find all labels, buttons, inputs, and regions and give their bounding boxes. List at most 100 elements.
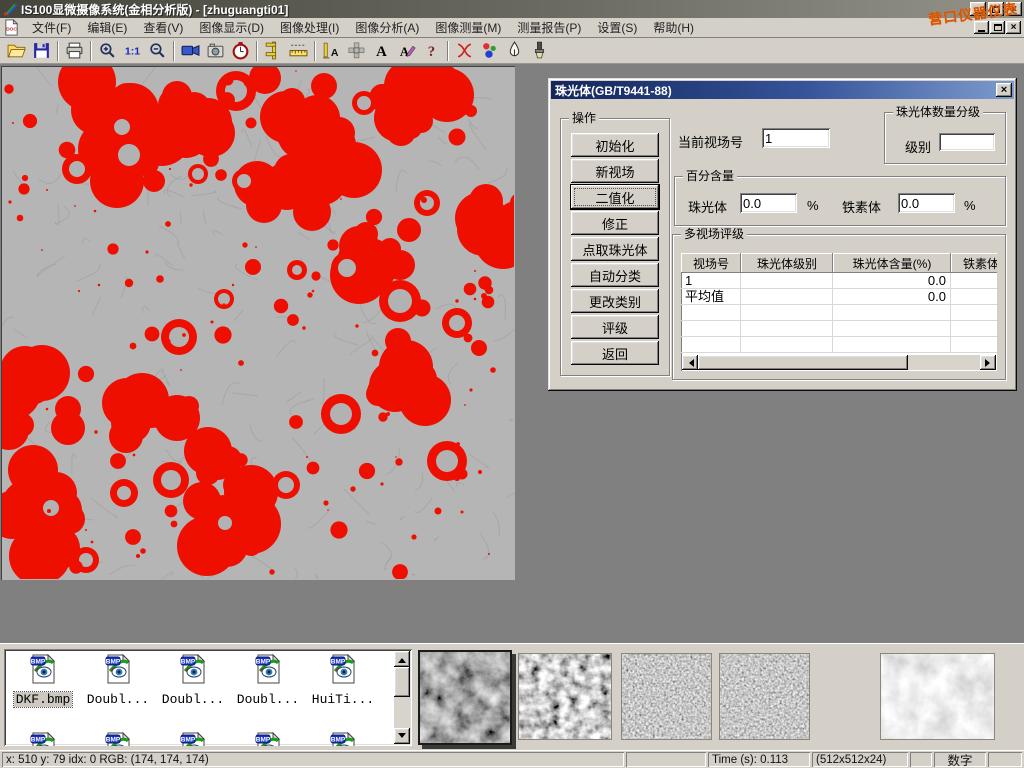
file-vscrollbar[interactable] — [394, 651, 410, 744]
minimize-button[interactable] — [970, 2, 986, 16]
svg-text:BMP: BMP — [106, 659, 121, 666]
menu-item-6[interactable]: 图像测量(M) — [427, 19, 509, 37]
svg-text:BMP: BMP — [31, 737, 46, 744]
op-button-1[interactable]: 新视场 — [571, 159, 659, 183]
table-row-2[interactable] — [681, 305, 997, 321]
thumbnail-sample-fine-speckle-2[interactable] — [719, 653, 810, 740]
op-button-0[interactable]: 初始化 — [571, 133, 659, 157]
table-hscrollbar[interactable] — [682, 355, 996, 370]
op-button-4[interactable]: 点取珠光体 — [571, 237, 659, 261]
close-button[interactable]: × — [1006, 2, 1022, 16]
print-icon — [65, 41, 84, 60]
file-scroll-thumb[interactable] — [394, 667, 410, 697]
help-button[interactable]: ? — [419, 39, 444, 63]
table-cell — [741, 289, 833, 304]
file-item-row2-0[interactable]: BMP — [7, 731, 79, 746]
annotate-button[interactable]: A — [394, 39, 419, 63]
table-row-1[interactable]: 平均值0.0 — [681, 289, 997, 305]
table-cell: 0.0 — [833, 289, 951, 304]
timer-button[interactable] — [228, 39, 253, 63]
zoom-out-button[interactable] — [145, 39, 170, 63]
table-row-3[interactable] — [681, 321, 997, 337]
photo-camera-button[interactable] — [203, 39, 228, 63]
op-button-6[interactable]: 更改类别 — [571, 289, 659, 313]
file-item-row2-2[interactable]: BMP — [157, 731, 229, 746]
ferrite-percent-input[interactable]: 0.0 — [898, 193, 955, 213]
ruler-button[interactable] — [286, 39, 311, 63]
scroll-left-button[interactable] — [682, 355, 698, 370]
file-item-3[interactable]: BMPDoubl... — [232, 653, 304, 708]
menu-item-1[interactable]: 编辑(E) — [79, 19, 135, 37]
svg-text:A: A — [376, 44, 387, 60]
menu-item-7[interactable]: 测量报告(P) — [509, 19, 589, 37]
grade-input[interactable] — [939, 133, 995, 151]
grid-tool-button[interactable] — [344, 39, 369, 63]
actual-size-button[interactable]: 1:1 — [120, 39, 145, 63]
open-file-button[interactable] — [4, 39, 29, 63]
menu-item-8[interactable]: 设置(S) — [589, 19, 645, 37]
curve-tool-button[interactable] — [452, 39, 477, 63]
svg-text:BMP: BMP — [31, 659, 46, 666]
video-camera-button[interactable] — [178, 39, 203, 63]
file-item-0[interactable]: BMPDKF.bmp — [7, 653, 79, 708]
multifield-table[interactable]: 视场号珠光体级别珠光体含量(%)铁素体 10.0平均值0.0 — [681, 253, 997, 371]
file-item-2[interactable]: BMPDoubl... — [157, 653, 229, 708]
pearlite-percent-input[interactable]: 0.0 — [740, 193, 797, 213]
file-scroll-up-button[interactable] — [394, 651, 410, 667]
op-button-3[interactable]: 修正 — [571, 211, 659, 235]
annotate-icon: A — [397, 41, 416, 60]
thumbnail-sample-fine-speckle-1[interactable] — [621, 653, 712, 740]
file-name: HuiTi... — [310, 692, 376, 707]
table-cell — [741, 337, 833, 352]
save-button[interactable] — [29, 39, 54, 63]
menu-item-5[interactable]: 图像分析(A) — [347, 19, 427, 37]
pen-tool-button[interactable] — [502, 39, 527, 63]
menu-item-3[interactable]: 图像显示(D) — [191, 19, 272, 37]
table-row-4[interactable] — [681, 337, 997, 353]
bmp-file-icon: BMP — [177, 672, 209, 689]
file-item-row2-3[interactable]: BMP — [232, 731, 304, 746]
op-button-7[interactable]: 评级 — [571, 315, 659, 339]
thumbnail-sample-coarse-contrast[interactable] — [518, 653, 612, 740]
caliper-button[interactable] — [261, 39, 286, 63]
menu-item-2[interactable]: 查看(V) — [135, 19, 191, 37]
restore-button[interactable] — [988, 2, 1004, 16]
file-item-row2-1[interactable]: BMP — [82, 731, 154, 746]
thumbnail-sample-graphite-flakes[interactable] — [880, 653, 995, 740]
mdi-restore-button[interactable] — [990, 21, 1005, 34]
save-icon — [32, 41, 51, 60]
zoom-in-button[interactable] — [95, 39, 120, 63]
particle-classify-button[interactable] — [477, 39, 502, 63]
op-button-8[interactable]: 返回 — [571, 341, 659, 365]
mdi-close-button[interactable]: × — [1006, 21, 1021, 34]
dialog-close-button[interactable]: × — [996, 83, 1012, 97]
hscroll-thumb[interactable] — [698, 355, 908, 370]
application-window: IS100显微摄像系统(金相分析版) - [zhuguangti01] × 营口… — [0, 0, 1024, 768]
file-item-row2-4[interactable]: BMP — [307, 731, 379, 746]
brush-tool-button[interactable] — [527, 39, 552, 63]
menu-item-9[interactable]: 帮助(H) — [645, 19, 702, 37]
file-item-1[interactable]: BMPDoubl... — [82, 653, 154, 708]
scroll-right-button[interactable] — [980, 355, 996, 370]
text-label-button[interactable]: A — [369, 39, 394, 63]
op-button-5[interactable]: 自动分类 — [571, 263, 659, 287]
toolbar-separator — [256, 41, 258, 61]
menu-item-4[interactable]: 图像处理(I) — [272, 19, 347, 37]
svg-text:BMP: BMP — [106, 737, 121, 744]
mdi-minimize-button[interactable] — [974, 21, 989, 34]
micrograph-image[interactable] — [1, 66, 515, 580]
measure-text-button[interactable]: A — [319, 39, 344, 63]
table-cell — [951, 289, 997, 304]
menu-item-0[interactable]: 文件(F) — [24, 19, 79, 37]
table-column-header-3: 铁素体 — [951, 253, 997, 273]
op-button-2[interactable]: 二值化 — [571, 185, 659, 209]
video-camera-icon — [181, 41, 200, 60]
dialog-title-bar[interactable]: 珠光体(GB/T9441-88) — [551, 81, 1014, 99]
print-button[interactable] — [62, 39, 87, 63]
file-scroll-down-button[interactable] — [394, 728, 410, 744]
current-field-input[interactable]: 1 — [762, 128, 830, 148]
thumbnail-sample-dark-banded[interactable] — [418, 650, 512, 745]
file-item-4[interactable]: BMPHuiTi... — [307, 653, 379, 708]
curve-tool-icon — [455, 41, 474, 60]
table-row-0[interactable]: 10.0 — [681, 273, 997, 289]
